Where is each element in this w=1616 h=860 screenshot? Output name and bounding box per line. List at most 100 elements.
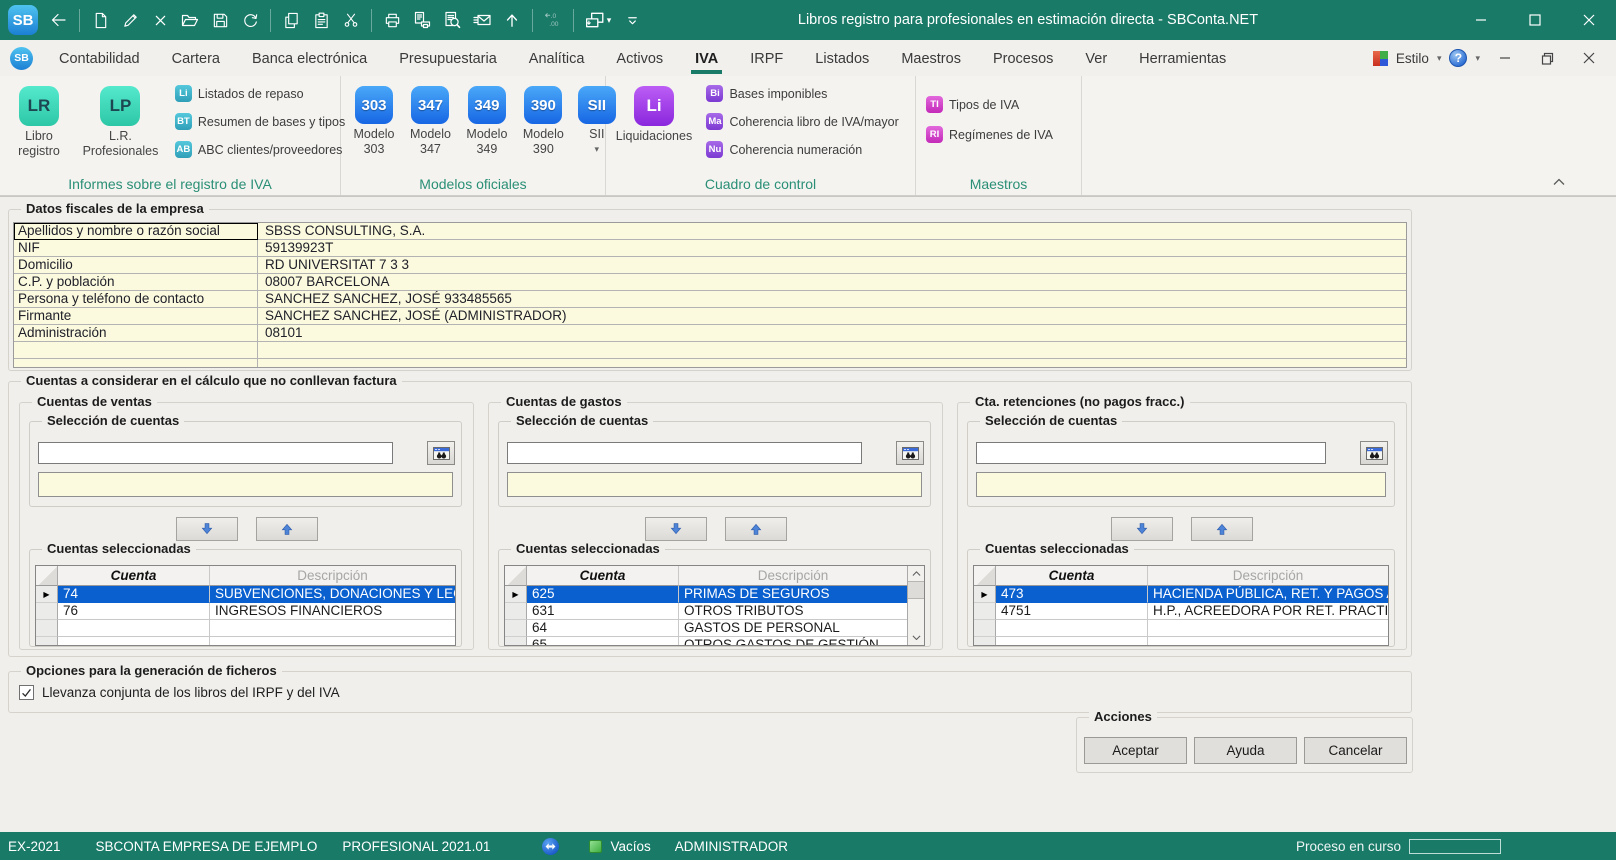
gastos-remove-account-button[interactable] [725, 517, 787, 541]
send-email-icon[interactable] [467, 5, 497, 35]
accept-button[interactable]: Aceptar [1084, 737, 1187, 764]
scrollbar-thumb[interactable] [908, 581, 924, 599]
fiscal-row-value[interactable]: RD UNIVERSITAT 7 3 3 [258, 257, 1406, 274]
paste-icon[interactable] [306, 5, 336, 35]
irpf-iva-checkbox-label[interactable]: Llevanza conjunta de los libros del IRPF… [42, 685, 340, 700]
cell-cuenta[interactable]: 65 [527, 637, 679, 646]
grid-row[interactable]: 64 GASTOS DE PERSONAL [505, 620, 907, 637]
grid-row-empty[interactable] [974, 637, 1388, 646]
tipos-de-iva-button[interactable]: TI Tipos de IVA [926, 96, 1053, 113]
grid-row-empty[interactable] [36, 620, 455, 637]
retenciones-account-input[interactable] [976, 442, 1326, 464]
irpf-iva-checkbox[interactable] [19, 685, 34, 700]
refresh-icon[interactable] [235, 5, 265, 35]
modelo-347-button[interactable]: 347 Modelo 347 [404, 76, 456, 157]
coherencia-libro-iva-mayor-button[interactable]: Ma Coherencia libro de IVA/mayor [706, 113, 898, 130]
coherencia-numeracion-button[interactable]: Nu Coherencia numeración [706, 141, 898, 158]
ventas-add-account-button[interactable] [176, 517, 238, 541]
cell-cuenta[interactable]: 631 [527, 603, 679, 620]
ventas-lookup-button[interactable] [427, 441, 455, 465]
tab-herramientas[interactable]: Herramientas [1137, 43, 1228, 73]
gastos-lookup-button[interactable] [896, 441, 924, 465]
tab-iva[interactable]: IVA [693, 43, 720, 73]
ventas-account-input[interactable] [38, 442, 393, 464]
tab-analitica[interactable]: Analítica [527, 43, 587, 73]
grid-row-selected[interactable]: ▶ 74 SUBVENCIONES, DONACIONES Y LEGADOS [36, 586, 455, 603]
cell-descripcion[interactable]: OTROS TRIBUTOS [679, 603, 907, 620]
row-selector-cell[interactable] [974, 637, 996, 646]
grid-row-empty[interactable] [974, 620, 1388, 637]
grid-row[interactable]: 65 OTROS GASTOS DE GESTIÓN [505, 637, 907, 646]
export-icon[interactable] [497, 5, 527, 35]
cut-icon[interactable] [336, 5, 366, 35]
print-preview-icon[interactable] [437, 5, 467, 35]
new-document-icon[interactable] [85, 5, 115, 35]
cell-descripcion[interactable]: PRIMAS DE SEGUROS [679, 586, 907, 603]
scroll-down-icon[interactable] [908, 630, 924, 645]
cell-descripcion[interactable] [1148, 620, 1388, 637]
cell-descripcion[interactable] [1148, 637, 1388, 646]
mdi-close-button[interactable] [1572, 44, 1606, 72]
row-selector-cell[interactable]: ▶ [505, 586, 527, 603]
grid-row-selected[interactable]: ▶ 473 HACIENDA PÚBLICA, RET. Y PAGOS A C… [974, 586, 1388, 603]
cancel-button[interactable]: Cancelar [1304, 737, 1407, 764]
cell-descripcion[interactable] [210, 620, 455, 637]
help-button[interactable]: Ayuda [1194, 737, 1297, 764]
fiscal-row-value[interactable]: SBSS CONSULTING, S.A. [258, 223, 1406, 240]
help-icon[interactable]: ? [1449, 49, 1467, 67]
resumen-bases-tipos-button[interactable]: BT Resumen de bases y tipos [175, 113, 345, 130]
edit-icon[interactable] [115, 5, 145, 35]
app-menu-logo[interactable]: SB [10, 47, 33, 70]
fiscal-row-value[interactable]: 08007 BARCELONA [258, 274, 1406, 291]
close-button[interactable] [1562, 0, 1616, 40]
fiscal-row-value[interactable]: SANCHEZ SANCHEZ, JOSÉ 933485565 [258, 291, 1406, 308]
cell-descripcion[interactable] [210, 637, 455, 646]
row-selector-cell[interactable] [505, 637, 527, 646]
mdi-minimize-button[interactable] [1488, 44, 1522, 72]
regimenes-de-iva-button[interactable]: RI Regímenes de IVA [926, 126, 1053, 143]
tab-procesos[interactable]: Procesos [991, 43, 1055, 73]
fiscal-row-value[interactable] [258, 342, 1406, 359]
cell-cuenta[interactable]: 76 [58, 603, 210, 620]
tab-ver[interactable]: Ver [1083, 43, 1109, 73]
collapse-ribbon-chevron-icon[interactable] [1552, 173, 1566, 191]
row-selector-cell[interactable] [36, 603, 58, 620]
row-selector-cell[interactable] [505, 620, 527, 637]
empty-accounts-indicator-icon[interactable] [589, 840, 602, 853]
row-selector-cell[interactable]: ▶ [974, 586, 996, 603]
minimize-button[interactable] [1454, 0, 1508, 40]
remote-support-icon[interactable] [542, 838, 559, 855]
ventas-remove-account-button[interactable] [256, 517, 318, 541]
cell-descripcion[interactable]: HACIENDA PÚBLICA, RET. Y PAGOS A CUENTA [1148, 586, 1388, 603]
row-selector-cell[interactable] [36, 637, 58, 646]
cell-descripcion[interactable]: GASTOS DE PERSONAL [679, 620, 907, 637]
scroll-up-icon[interactable] [908, 566, 924, 581]
estilo-dropdown-label[interactable]: Estilo [1396, 51, 1429, 66]
maximize-button[interactable] [1508, 0, 1562, 40]
window-cascade-icon[interactable]: ▾ [579, 5, 617, 35]
vertical-scrollbar[interactable] [907, 566, 924, 645]
lr-profesionales-button[interactable]: LP L.R. Profesionales [74, 76, 166, 159]
modelo-390-button[interactable]: 390 Modelo 390 [517, 76, 569, 157]
print-icon[interactable] [377, 5, 407, 35]
tab-maestros[interactable]: Maestros [899, 43, 963, 73]
tab-activos[interactable]: Activos [614, 43, 665, 73]
fiscal-row-value[interactable]: SANCHEZ SANCHEZ, JOSÉ (ADMINISTRADOR) [258, 308, 1406, 325]
copy-icon[interactable] [276, 5, 306, 35]
cell-cuenta[interactable]: 74 [58, 586, 210, 603]
delete-icon[interactable] [145, 5, 175, 35]
open-icon[interactable] [175, 5, 205, 35]
cell-descripcion[interactable]: INGRESOS FINANCIEROS [210, 603, 455, 620]
tab-presupuestaria[interactable]: Presupuestaria [397, 43, 499, 73]
cell-descripcion[interactable]: H.P., ACREEDORA POR RET. PRACTICADAS [1148, 603, 1388, 620]
tab-irpf[interactable]: IRPF [748, 43, 785, 73]
cell-cuenta[interactable] [58, 637, 210, 646]
print-setup-icon[interactable] [407, 5, 437, 35]
tab-cartera[interactable]: Cartera [170, 43, 222, 73]
bases-imponibles-button[interactable]: Bi Bases imponibles [706, 85, 898, 102]
back-icon[interactable] [44, 5, 74, 35]
cell-cuenta[interactable]: 4751 [996, 603, 1148, 620]
tab-banca-electronica[interactable]: Banca electrónica [250, 43, 369, 73]
abc-clientes-proveedores-button[interactable]: AB ABC clientes/proveedores [175, 141, 345, 158]
cell-cuenta[interactable]: 64 [527, 620, 679, 637]
